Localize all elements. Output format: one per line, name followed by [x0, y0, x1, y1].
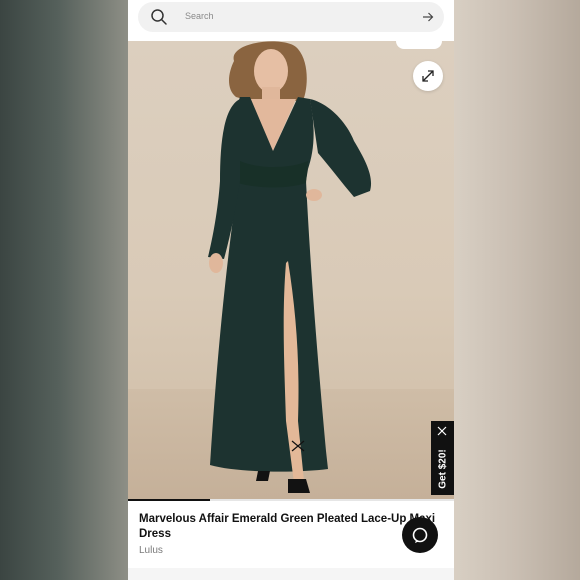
gallery-progress-fill: [128, 499, 210, 501]
blurred-backdrop-right: [454, 0, 580, 580]
expand-image-button[interactable]: [413, 61, 443, 91]
gallery-progress-track: [128, 499, 454, 501]
close-icon[interactable]: [437, 426, 447, 436]
model-in-dress: [208, 41, 372, 493]
blurred-backdrop-left: [0, 0, 128, 580]
promo-tab[interactable]: Get $20!: [431, 421, 454, 495]
image-pill-badge: [396, 33, 442, 49]
search-icon: [151, 9, 167, 25]
phone-screen: Search Get $20! Marvelous Affair Emerald…: [128, 0, 454, 580]
promo-label[interactable]: Get $20!: [438, 449, 449, 488]
chat-button[interactable]: [402, 517, 438, 553]
product-image[interactable]: [128, 41, 454, 499]
arrow-right-icon[interactable]: [422, 11, 434, 23]
expand-icon: [422, 70, 434, 82]
product-title[interactable]: Marvelous Affair Emerald Green Pleated L…: [139, 512, 439, 542]
product-brand[interactable]: Lulus: [139, 545, 163, 556]
bottom-strip: [128, 568, 454, 580]
search-input[interactable]: Search: [185, 11, 214, 21]
search-bar[interactable]: Search: [138, 2, 444, 32]
chat-icon: [412, 527, 428, 543]
